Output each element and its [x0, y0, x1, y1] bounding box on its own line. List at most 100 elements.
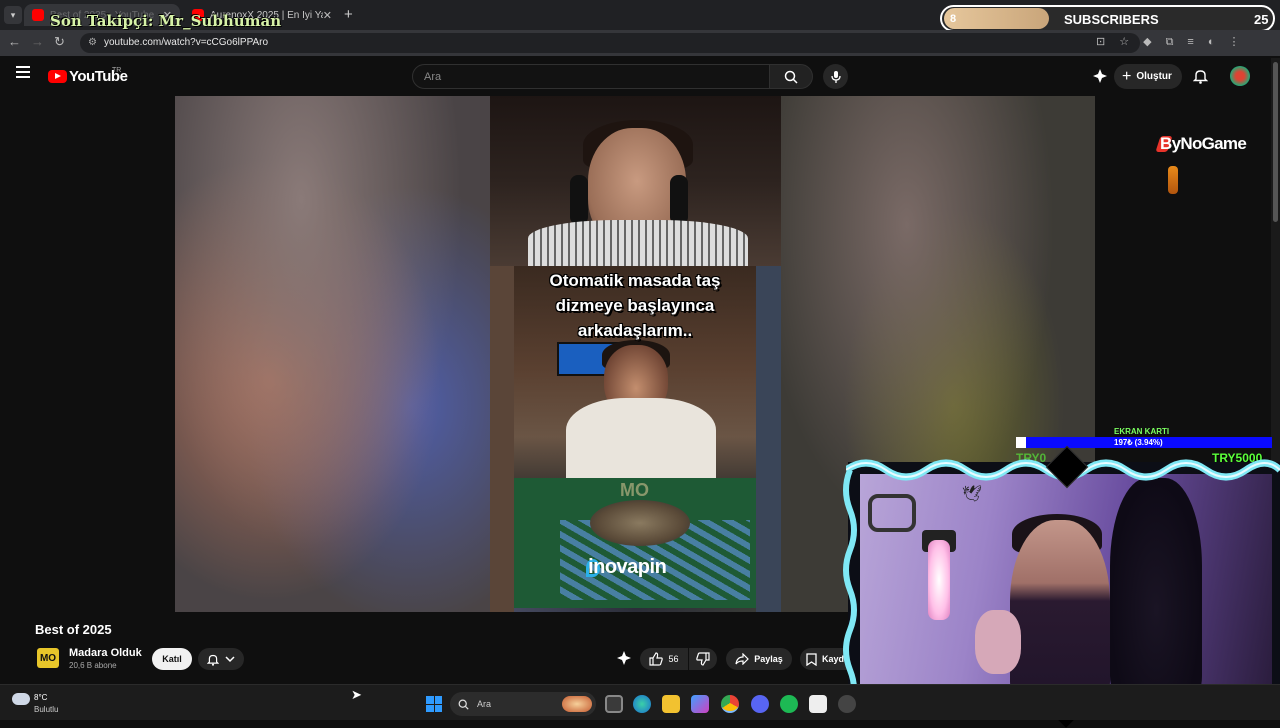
task-view-icon[interactable]: [605, 695, 623, 713]
site-info-icon[interactable]: ⚙: [88, 37, 100, 49]
like-button[interactable]: 56: [640, 648, 688, 670]
plus-icon: +: [1122, 67, 1132, 85]
search-placeholder: Ara: [424, 71, 442, 83]
menu-icon: ⋮: [1228, 36, 1254, 48]
weather-temperature[interactable]: 8°C: [34, 693, 47, 702]
cloudy-weather-icon[interactable]: [12, 693, 30, 705]
last-follower-overlay: Son Takipçi: Mr_Subhuman: [50, 12, 282, 30]
mouse-cursor-icon: ➤: [351, 687, 362, 702]
streamer-shirt: [528, 220, 748, 266]
reload-icon[interactable]: ↻: [54, 34, 75, 49]
search-button[interactable]: [769, 64, 813, 89]
video-caption: Otomatik masada taş dizmeye başlayınca a…: [549, 271, 721, 340]
copilot-icon[interactable]: [691, 695, 709, 713]
subscription-notification-button[interactable]: [198, 648, 244, 670]
notifications-bell-icon[interactable]: [1192, 68, 1209, 89]
app-icon[interactable]: [809, 695, 827, 713]
menu-icon[interactable]: [16, 66, 30, 78]
forward-icon[interactable]: →: [31, 34, 54, 49]
profile-icon: ◐: [1207, 36, 1229, 48]
donation-goal-progress: 197₺ (3.94%): [1114, 438, 1163, 447]
channel-name[interactable]: Madara Olduk: [69, 647, 142, 659]
discord-icon[interactable]: [751, 695, 769, 713]
webcam-christmas-tree: [1110, 478, 1202, 698]
webcam-mic-arm: [868, 494, 916, 532]
donation-goal-title: EKRAN KARTI: [1114, 427, 1170, 436]
edge-icon[interactable]: [633, 695, 651, 713]
subscribers-goal: 25: [1254, 12, 1269, 27]
close-tab-icon[interactable]: ✕: [323, 9, 332, 22]
puzzle-icon: ⧉: [1165, 36, 1188, 48]
country-code: TR: [112, 67, 122, 74]
search-icon: [458, 699, 469, 710]
microphone-icon: [830, 70, 841, 83]
watermark-text: inovapin: [588, 556, 667, 578]
chevron-down-icon: [225, 656, 235, 663]
sponsor-logo: /ByNoGame: [1156, 134, 1247, 154]
toolbar-extension-icons[interactable]: ⊡☆◆⧉≡◐⋮: [1096, 35, 1254, 49]
create-label: Oluştur: [1136, 71, 1172, 82]
weather-description[interactable]: Bulutlu: [34, 705, 58, 714]
tab-search-button[interactable]: ▾: [4, 6, 22, 24]
url-text[interactable]: youtube.com/watch?v=cCGo6lPPAro: [104, 37, 268, 48]
webcam-person-hand: [975, 610, 1021, 674]
new-tab-button[interactable]: +: [344, 6, 353, 23]
taskbar-search[interactable]: Ara: [450, 692, 596, 716]
ask-ai-icon[interactable]: [616, 650, 632, 671]
video-title: Best of 2025: [35, 622, 112, 637]
table-logo: MO: [620, 480, 649, 500]
join-button[interactable]: Katıl: [152, 648, 192, 670]
headset-right: [670, 175, 688, 225]
taskbar-search-label: Ara: [477, 699, 492, 709]
spotify-icon[interactable]: [780, 695, 798, 713]
back-icon[interactable]: ←: [8, 34, 31, 49]
bookmark-icon: [806, 652, 817, 666]
search-icon: [784, 70, 798, 84]
subscribers-count: 8: [950, 13, 957, 25]
windows-start-button[interactable]: [426, 696, 442, 712]
bell-icon: [207, 654, 219, 666]
share-icon: [735, 653, 750, 665]
headset-left: [570, 175, 588, 225]
wall-bird-icon: 🕊: [962, 486, 983, 503]
voice-search-button[interactable]: [823, 64, 848, 89]
youtube-logo-icon[interactable]: [48, 70, 67, 83]
webcam-border-wave-left: [843, 470, 857, 706]
media-icon: ≡: [1187, 36, 1208, 48]
scrollbar-thumb[interactable]: [1273, 62, 1278, 222]
subscribers-label: SUBSCRIBERS: [1064, 12, 1159, 27]
webcam-person: [1010, 520, 1110, 700]
clip-person-shirt: [566, 398, 716, 478]
channel-subscriber-count: 20,6 B abone: [69, 661, 117, 670]
dislike-button[interactable]: [689, 648, 717, 670]
settings-icon[interactable]: [838, 695, 856, 713]
thumbs-up-icon: [649, 652, 664, 666]
extension-icon: ◆: [1143, 36, 1166, 48]
share-label: Paylaş: [754, 654, 783, 664]
video-side-panel: [490, 266, 514, 612]
subscribers-progress-bar: [944, 8, 1049, 29]
share-button[interactable]: Paylaş: [726, 648, 792, 670]
navigation-buttons[interactable]: ←→↻: [8, 34, 75, 50]
automatic-table-center: [590, 500, 690, 546]
channel-avatar[interactable]: MO: [37, 648, 59, 668]
file-explorer-icon[interactable]: [662, 695, 680, 713]
video-side-panel: [756, 266, 781, 612]
donation-goal-fill: [1016, 437, 1027, 448]
video-watermark: iinovapin: [585, 556, 667, 579]
youtube-favicon-icon: [32, 9, 44, 21]
bookmark-star-icon: ☆: [1119, 36, 1144, 48]
install-icon: ⊡: [1096, 36, 1120, 48]
sponsor-mascot: [1168, 166, 1178, 194]
sponsor-name: ByNoGame: [1160, 134, 1247, 153]
like-count: 56: [668, 654, 679, 664]
ai-sparkle-icon[interactable]: [1092, 68, 1108, 89]
video-blur-background-left: [175, 96, 490, 612]
search-input[interactable]: [412, 64, 770, 89]
account-avatar[interactable]: [1230, 66, 1250, 86]
thumbs-down-icon: [696, 652, 710, 666]
chrome-icon[interactable]: [721, 695, 739, 713]
search-highlight-icon: [562, 696, 592, 712]
create-button[interactable]: + Oluştur: [1114, 64, 1182, 89]
webcam-lamp: [928, 540, 950, 620]
